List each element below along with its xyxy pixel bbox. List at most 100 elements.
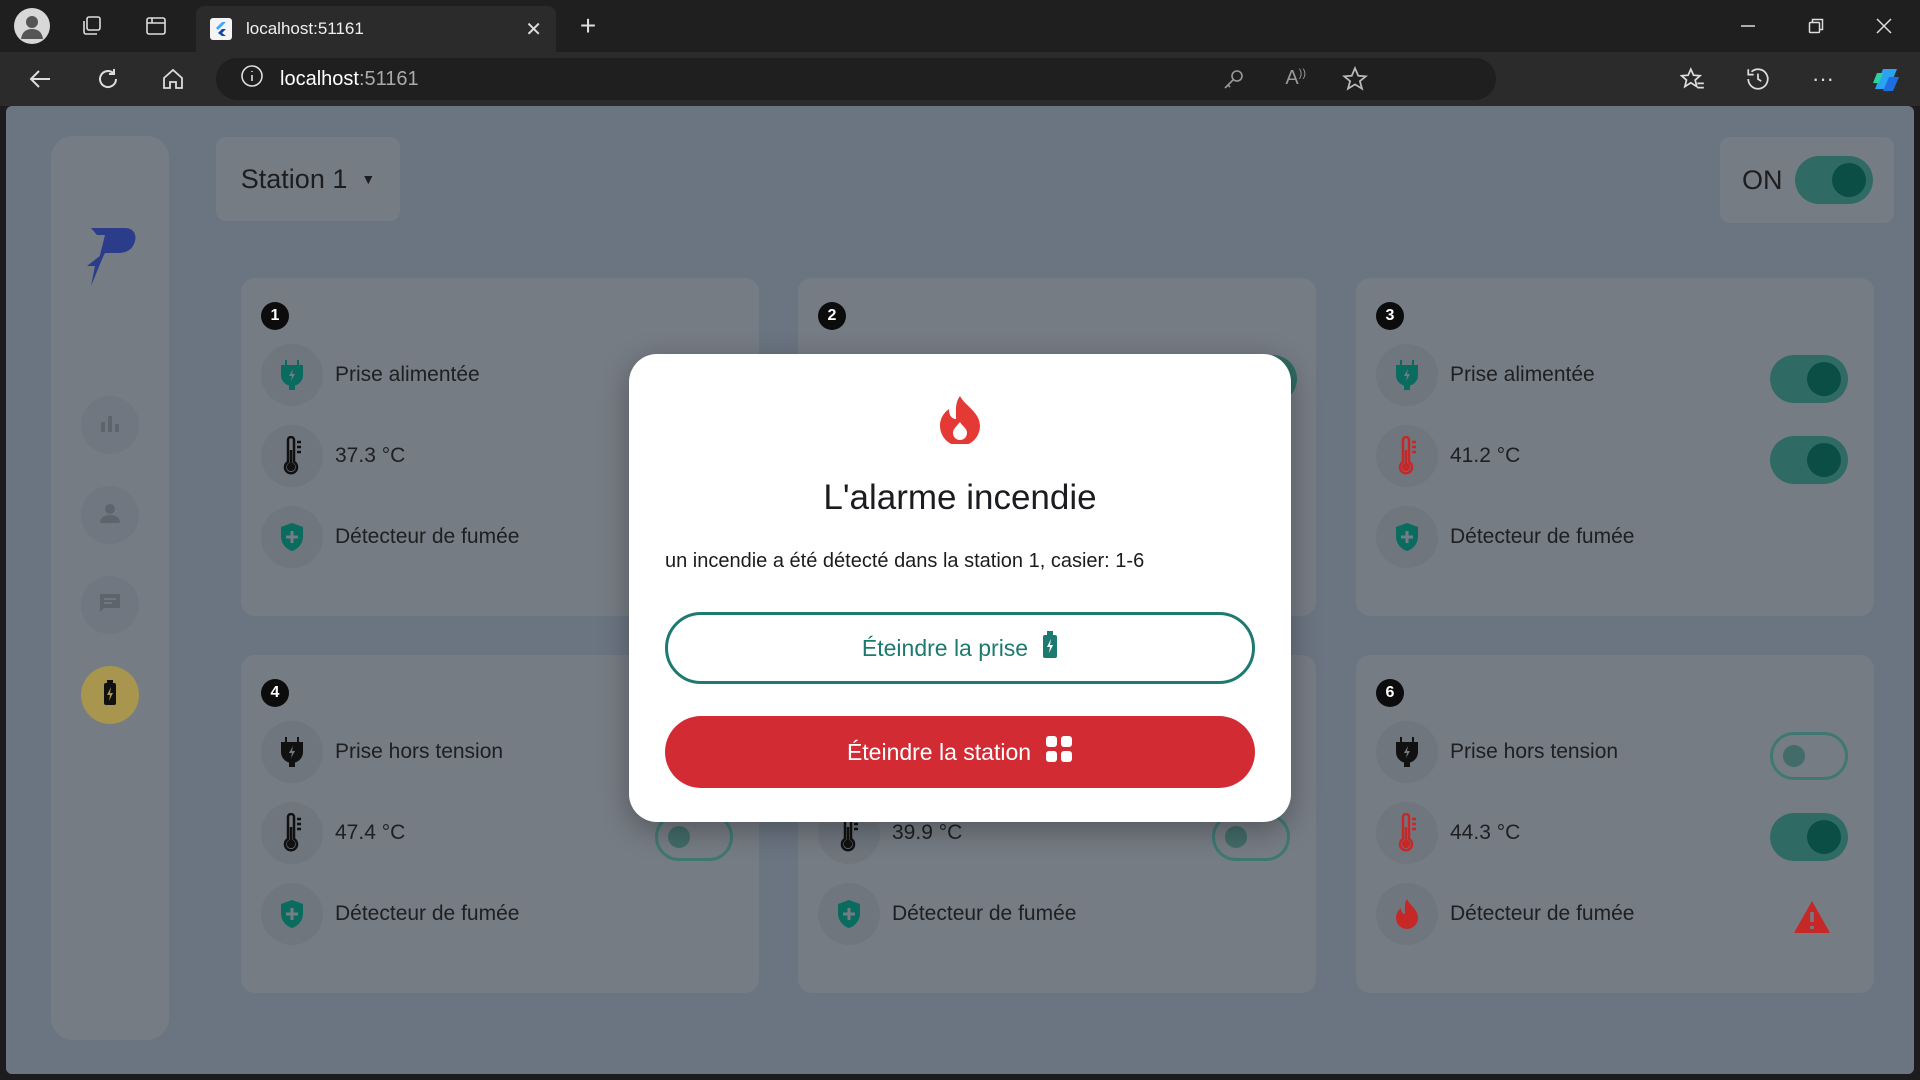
app-logo	[81, 224, 139, 295]
temperature-value: 37.3 °C	[335, 444, 406, 467]
smoke-detector-label: Détecteur de fumée	[335, 525, 520, 548]
url-port: :51161	[358, 67, 419, 90]
plug-icon	[261, 344, 323, 406]
browser-tab-bar: localhost:51161 ✕ +	[0, 0, 1920, 52]
smoke-row: Détecteur de fumée	[261, 505, 519, 569]
browser-tab[interactable]: localhost:51161 ✕	[196, 6, 556, 52]
stats-nav-button[interactable]	[81, 396, 139, 454]
smoke-detector-label: Détecteur de fumée	[335, 902, 520, 925]
back-icon[interactable]	[26, 64, 56, 94]
warning-triangle-icon	[1792, 899, 1832, 940]
temperature-switch[interactable]	[1770, 813, 1848, 861]
smoke-row: Détecteur de fumée	[1376, 505, 1634, 569]
restore-icon[interactable]	[1802, 12, 1830, 40]
password-key-icon[interactable]	[1222, 67, 1246, 97]
sidebar	[51, 136, 169, 1040]
thermometer-icon	[261, 425, 323, 487]
locker-card-6: 6 Prise hors tension 44.3 °C Détecteur d…	[1356, 655, 1874, 993]
site-info-icon[interactable]	[240, 64, 264, 94]
temperature-row: 41.2 °C	[1376, 424, 1520, 488]
temperature-value: 47.4 °C	[335, 821, 406, 844]
plug-off-icon	[1376, 721, 1438, 783]
shield-icon	[261, 506, 323, 568]
plug-status-label: Prise hors tension	[335, 740, 504, 763]
new-tab-icon[interactable]: +	[574, 10, 602, 41]
smoke-detector-label: Détecteur de fumée	[1450, 902, 1635, 925]
tab-title: localhost:51161	[246, 19, 364, 38]
turn-off-plug-label: Éteindre la prise	[861, 634, 1029, 661]
station-dropdown[interactable]: Station 1 ▼	[216, 137, 400, 221]
plug-off-icon	[261, 721, 323, 783]
locker-card-3: 3 Prise alimentée 41.2 °C Détecteur de f…	[1356, 278, 1874, 616]
shield-icon	[261, 883, 323, 945]
plug-status-label: Prise hors tension	[1450, 740, 1619, 763]
temperature-row: 47.4 °C	[261, 801, 405, 865]
thermometer-icon	[1376, 425, 1438, 487]
temperature-row: 44.3 °C	[1376, 801, 1520, 865]
locker-number: 4	[261, 679, 289, 707]
messages-nav-button[interactable]	[81, 576, 139, 634]
plug-icon	[1376, 344, 1438, 406]
smoke-row: Détecteur de fumée	[1376, 882, 1634, 946]
locker-number: 6	[1376, 679, 1404, 707]
shield-icon	[818, 883, 880, 945]
locker-number: 3	[1376, 302, 1404, 330]
temperature-switch[interactable]	[1770, 436, 1848, 484]
thermometer-icon	[261, 802, 323, 864]
plug-switch[interactable]	[1770, 355, 1848, 403]
fire-alarm-dialog: L'alarme incendie un incendie a été déte…	[629, 354, 1291, 822]
fire-icon	[1376, 883, 1438, 945]
smoke-row: Détecteur de fumée	[818, 882, 1076, 946]
home-icon[interactable]	[158, 64, 188, 94]
chat-icon	[98, 591, 122, 620]
station-dropdown-label: Station 1	[240, 163, 348, 194]
profile-nav-button[interactable]	[81, 486, 139, 544]
plug-status-label: Prise alimentée	[1450, 363, 1595, 386]
plug-row: Prise hors tension	[1376, 720, 1618, 784]
dialog-title: L'alarme incendie	[823, 478, 1097, 517]
favorite-star-icon[interactable]	[1341, 65, 1369, 98]
flutter-icon	[210, 18, 232, 40]
temperature-row: 37.3 °C	[261, 424, 405, 488]
temperature-value: 44.3 °C	[1450, 821, 1521, 844]
temperature-value: 39.9 °C	[892, 821, 963, 844]
minimize-icon[interactable]	[1734, 12, 1762, 40]
grid-icon	[1031, 735, 1073, 769]
close-tab-icon[interactable]: ✕	[525, 17, 542, 42]
master-power-toggle[interactable]: ON	[1720, 137, 1894, 223]
locker-number: 1	[261, 302, 289, 330]
smoke-detector-label: Détecteur de fumée	[892, 902, 1077, 925]
caret-down-icon: ▼	[361, 171, 376, 187]
thermometer-icon	[1376, 802, 1438, 864]
refresh-icon[interactable]	[93, 64, 123, 94]
stations-nav-button[interactable]	[81, 666, 139, 724]
temperature-value: 41.2 °C	[1450, 444, 1521, 467]
close-window-icon[interactable]	[1870, 12, 1898, 40]
master-power-label: ON	[1742, 164, 1783, 195]
turn-off-plug-button[interactable]: Éteindre la prise	[665, 612, 1255, 684]
master-switch[interactable]	[1795, 156, 1873, 204]
plug-row: Prise alimentée	[1376, 343, 1595, 407]
battery-icon	[102, 679, 118, 711]
address-bar[interactable]: localhost:51161 A))	[216, 58, 1496, 100]
plug-switch[interactable]	[1770, 732, 1848, 780]
profile-avatar[interactable]	[14, 8, 50, 44]
url-host: localhost	[280, 67, 359, 90]
plug-status-label: Prise alimentée	[335, 363, 480, 386]
turn-off-station-label: Éteindre la station	[846, 738, 1032, 765]
locker-number: 2	[818, 302, 846, 330]
tab-actions-icon[interactable]	[142, 12, 170, 40]
fire-icon	[937, 394, 983, 449]
read-aloud-icon[interactable]: A))	[1285, 67, 1306, 90]
workspaces-icon[interactable]	[78, 12, 106, 40]
person-icon	[98, 501, 122, 530]
bar-chart-icon	[99, 412, 121, 439]
battery-charging-icon	[1028, 631, 1058, 665]
smoke-detector-label: Détecteur de fumée	[1450, 525, 1635, 548]
turn-off-station-button[interactable]: Éteindre la station	[665, 716, 1255, 788]
shield-icon	[1376, 506, 1438, 568]
plug-row: Prise alimentée	[261, 343, 480, 407]
dialog-message: un incendie a été détecté dans la statio…	[665, 550, 1145, 572]
plug-row: Prise hors tension	[261, 720, 503, 784]
smoke-row: Détecteur de fumée	[261, 882, 519, 946]
